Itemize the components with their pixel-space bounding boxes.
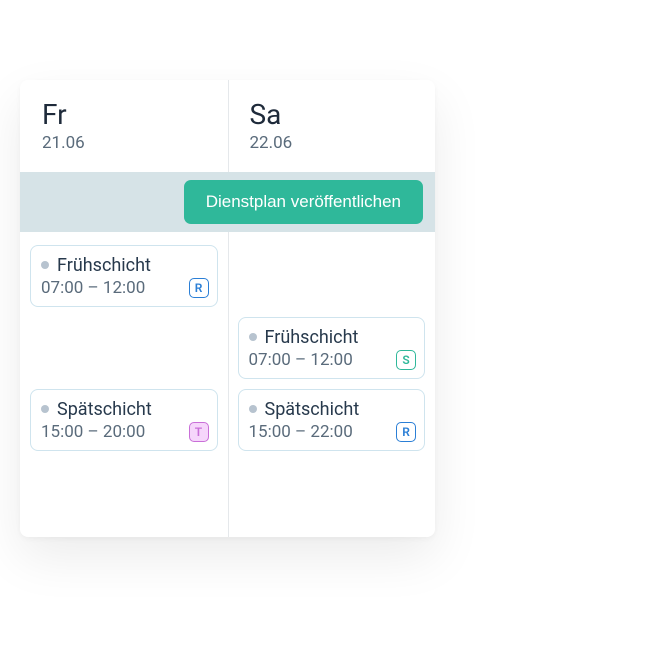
shift-title-row: Spätschicht xyxy=(249,399,415,420)
day-date: 22.06 xyxy=(250,133,436,153)
assignee-badge: S xyxy=(396,350,416,370)
shift-time: 07:00 – 12:00 xyxy=(249,350,415,370)
shift-title-row: Frühschicht xyxy=(249,327,415,348)
shift-title-row: Spätschicht xyxy=(41,399,207,420)
publish-schedule-button[interactable]: Dienstplan veröffentlichen xyxy=(184,180,423,224)
shift-title-row: Frühschicht xyxy=(41,255,207,276)
columns: Fr 21.06 Frühschicht 07:00 – 12:00 R Sp xyxy=(20,80,435,537)
shift-title: Frühschicht xyxy=(265,327,359,348)
spacer xyxy=(30,317,218,389)
status-dot-icon xyxy=(41,405,49,413)
shift-title: Spätschicht xyxy=(57,399,152,420)
shift-card[interactable]: Frühschicht 07:00 – 12:00 R xyxy=(30,245,218,307)
status-dot-icon xyxy=(41,261,49,269)
day-abbrev: Sa xyxy=(250,100,436,131)
shift-time: 07:00 – 12:00 xyxy=(41,278,207,298)
assignee-badge: T xyxy=(189,422,209,442)
status-dot-icon xyxy=(249,333,257,341)
assignee-badge: R xyxy=(189,278,209,298)
shift-title: Spätschicht xyxy=(265,399,360,420)
shift-title: Frühschicht xyxy=(57,255,151,276)
day-header: Fr 21.06 xyxy=(20,80,228,167)
shift-card[interactable]: Spätschicht 15:00 – 20:00 T xyxy=(30,389,218,451)
shift-time: 15:00 – 22:00 xyxy=(249,422,415,442)
day-abbrev: Fr xyxy=(42,100,228,131)
day-header: Sa 22.06 xyxy=(228,80,436,167)
shift-card[interactable]: Frühschicht 07:00 – 12:00 S xyxy=(238,317,426,379)
day-column-sa: Sa 22.06 Frühschicht 07:00 – 12:00 S Sp xyxy=(228,80,436,537)
status-dot-icon xyxy=(249,405,257,413)
spacer xyxy=(238,245,426,317)
day-date: 21.06 xyxy=(42,133,228,153)
day-column-fr: Fr 21.06 Frühschicht 07:00 – 12:00 R Sp xyxy=(20,80,228,537)
shift-time: 15:00 – 20:00 xyxy=(41,422,207,442)
schedule-card: Fr 21.06 Frühschicht 07:00 – 12:00 R Sp xyxy=(20,80,435,537)
assignee-badge: R xyxy=(396,422,416,442)
publish-strip: Dienstplan veröffentlichen xyxy=(20,172,435,232)
shift-card[interactable]: Spätschicht 15:00 – 22:00 R xyxy=(238,389,426,451)
